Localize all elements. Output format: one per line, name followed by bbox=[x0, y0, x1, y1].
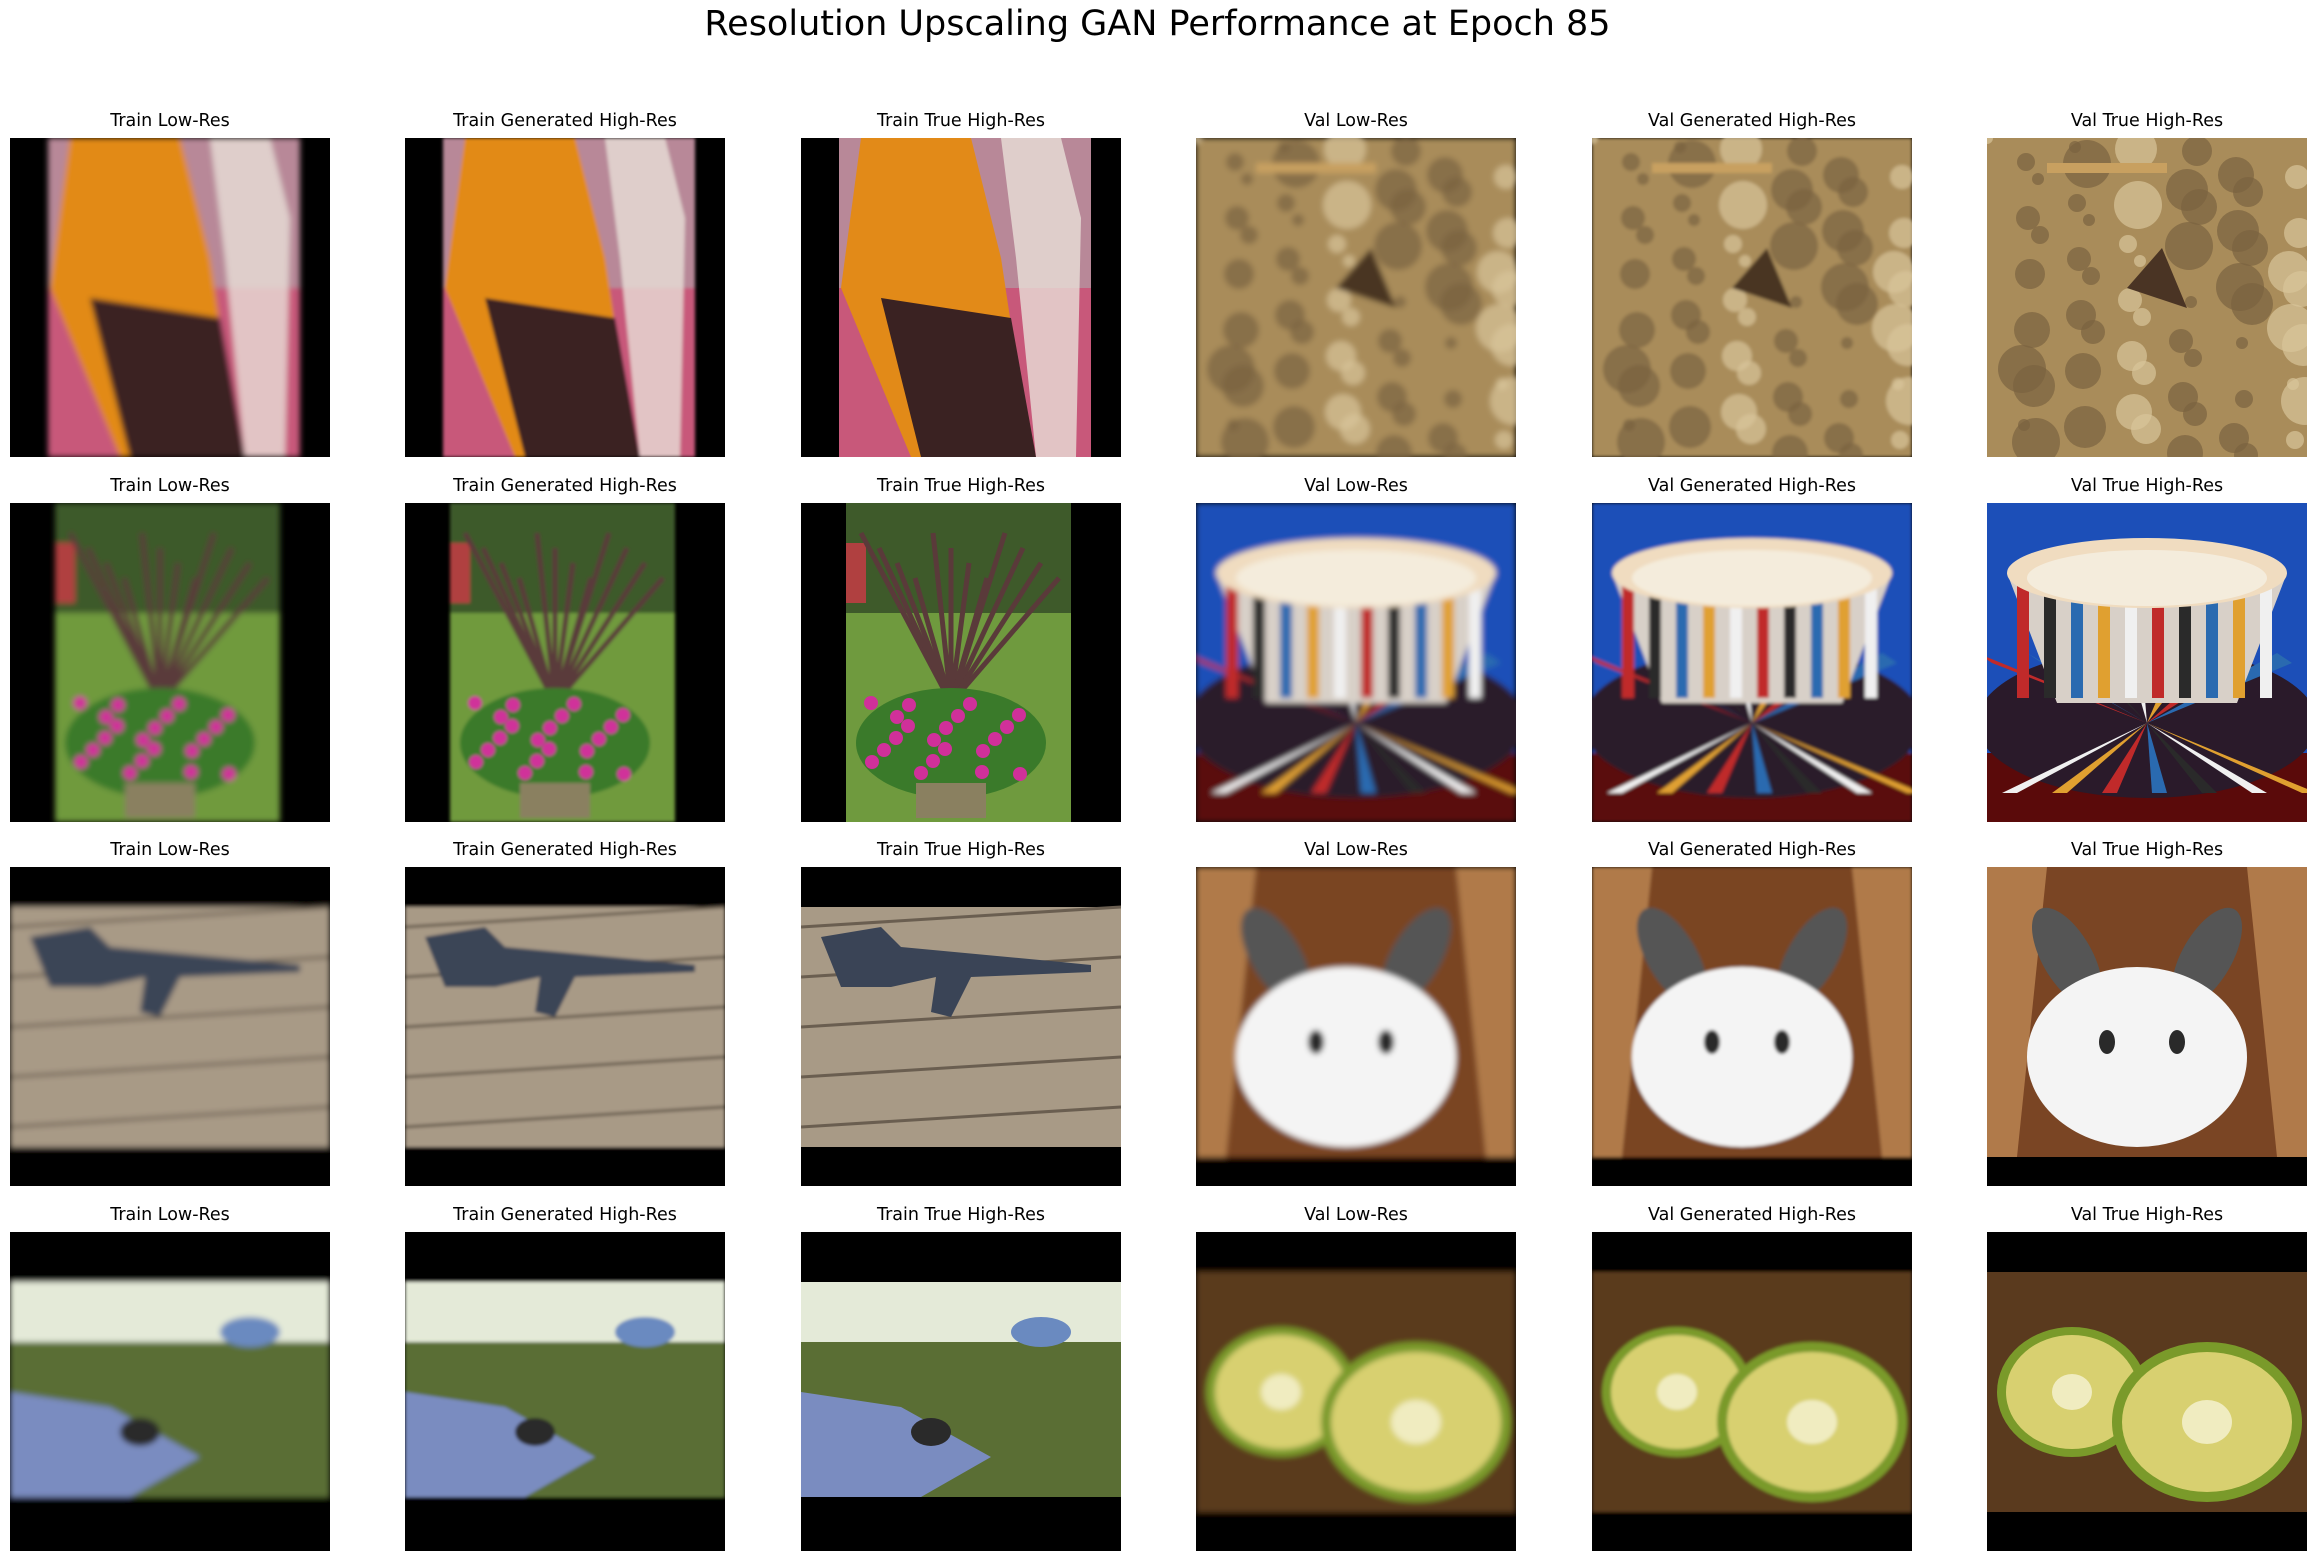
sample-image bbox=[846, 503, 1071, 822]
sample-image bbox=[443, 138, 695, 457]
sample-image bbox=[1196, 1232, 1516, 1551]
sample-image bbox=[55, 503, 280, 822]
sample-image bbox=[48, 138, 300, 457]
panel-title: Train True High-Res bbox=[876, 111, 1046, 131]
panel-title: Train Generated High-Res bbox=[453, 1205, 677, 1225]
val-image-panel bbox=[1196, 1232, 1516, 1551]
panel-title: Val True High-Res bbox=[2070, 111, 2224, 131]
sample-image bbox=[1196, 503, 1516, 822]
val-image-panel bbox=[1987, 138, 2307, 457]
panel-title: Val Generated High-Res bbox=[1648, 840, 1856, 860]
image-grid: Train Low-Res Train Generated High-Res Tra… bbox=[0, 0, 2315, 1560]
train-image-panel bbox=[10, 1232, 330, 1551]
panel-title: Val True High-Res bbox=[2070, 840, 2224, 860]
sample-image bbox=[1987, 503, 2307, 822]
sample-image bbox=[1987, 867, 2307, 1186]
val-image-panel bbox=[1987, 1232, 2307, 1551]
sample-image bbox=[839, 138, 1091, 457]
panel-title: Train True High-Res bbox=[876, 840, 1046, 860]
sample-image bbox=[1592, 867, 1912, 1186]
sample-image bbox=[1592, 1232, 1912, 1551]
val-image-panel bbox=[1196, 867, 1516, 1186]
sample-image bbox=[450, 503, 675, 822]
train-image-panel bbox=[405, 1232, 725, 1551]
panel-title: Train Generated High-Res bbox=[453, 476, 677, 496]
panel-title: Train Low-Res bbox=[110, 476, 230, 496]
sample-image bbox=[1987, 1232, 2307, 1551]
panel-title: Train True High-Res bbox=[876, 1205, 1046, 1225]
sample-image bbox=[1592, 503, 1912, 822]
sample-image bbox=[1987, 138, 2307, 457]
panel-title: Train Generated High-Res bbox=[453, 111, 677, 131]
train-image-panel bbox=[10, 867, 330, 1186]
panel-title: Train Low-Res bbox=[110, 840, 230, 860]
val-image-panel bbox=[1987, 503, 2307, 822]
panel-title: Val True High-Res bbox=[2070, 1205, 2224, 1225]
train-image-panel bbox=[405, 138, 725, 457]
train-image-panel bbox=[801, 503, 1121, 822]
panel-title: Train Generated High-Res bbox=[453, 840, 677, 860]
panel-title: Val Low-Res bbox=[1304, 840, 1408, 860]
panel-title: Train Low-Res bbox=[110, 111, 230, 131]
panel-title: Val Low-Res bbox=[1304, 111, 1408, 131]
sample-image bbox=[405, 867, 725, 1186]
sample-image bbox=[1196, 867, 1516, 1186]
panel-title: Val Generated High-Res bbox=[1648, 111, 1856, 131]
panel-title: Val Low-Res bbox=[1304, 476, 1408, 496]
panel-title: Val Generated High-Res bbox=[1648, 1205, 1856, 1225]
val-image-panel bbox=[1196, 138, 1516, 457]
train-image-panel bbox=[10, 503, 330, 822]
val-image-panel bbox=[1987, 867, 2307, 1186]
sample-image bbox=[10, 1232, 330, 1551]
panel-title: Val Generated High-Res bbox=[1648, 476, 1856, 496]
train-image-panel bbox=[10, 138, 330, 457]
train-image-panel bbox=[405, 867, 725, 1186]
sample-image bbox=[1196, 138, 1516, 457]
val-image-panel bbox=[1592, 138, 1912, 457]
sample-image bbox=[801, 867, 1121, 1186]
sample-image bbox=[10, 867, 330, 1186]
panel-title: Train True High-Res bbox=[876, 476, 1046, 496]
panel-title: Val True High-Res bbox=[2070, 476, 2224, 496]
train-image-panel bbox=[801, 1232, 1121, 1551]
val-image-panel bbox=[1592, 503, 1912, 822]
panel-title: Train Low-Res bbox=[110, 1205, 230, 1225]
sample-image bbox=[801, 1232, 1121, 1551]
train-image-panel bbox=[405, 503, 725, 822]
val-image-panel bbox=[1592, 867, 1912, 1186]
sample-image bbox=[1592, 138, 1912, 457]
val-image-panel bbox=[1592, 1232, 1912, 1551]
train-image-panel bbox=[801, 138, 1121, 457]
val-image-panel bbox=[1196, 503, 1516, 822]
sample-image bbox=[405, 1232, 725, 1551]
train-image-panel bbox=[801, 867, 1121, 1186]
panel-title: Val Low-Res bbox=[1304, 1205, 1408, 1225]
